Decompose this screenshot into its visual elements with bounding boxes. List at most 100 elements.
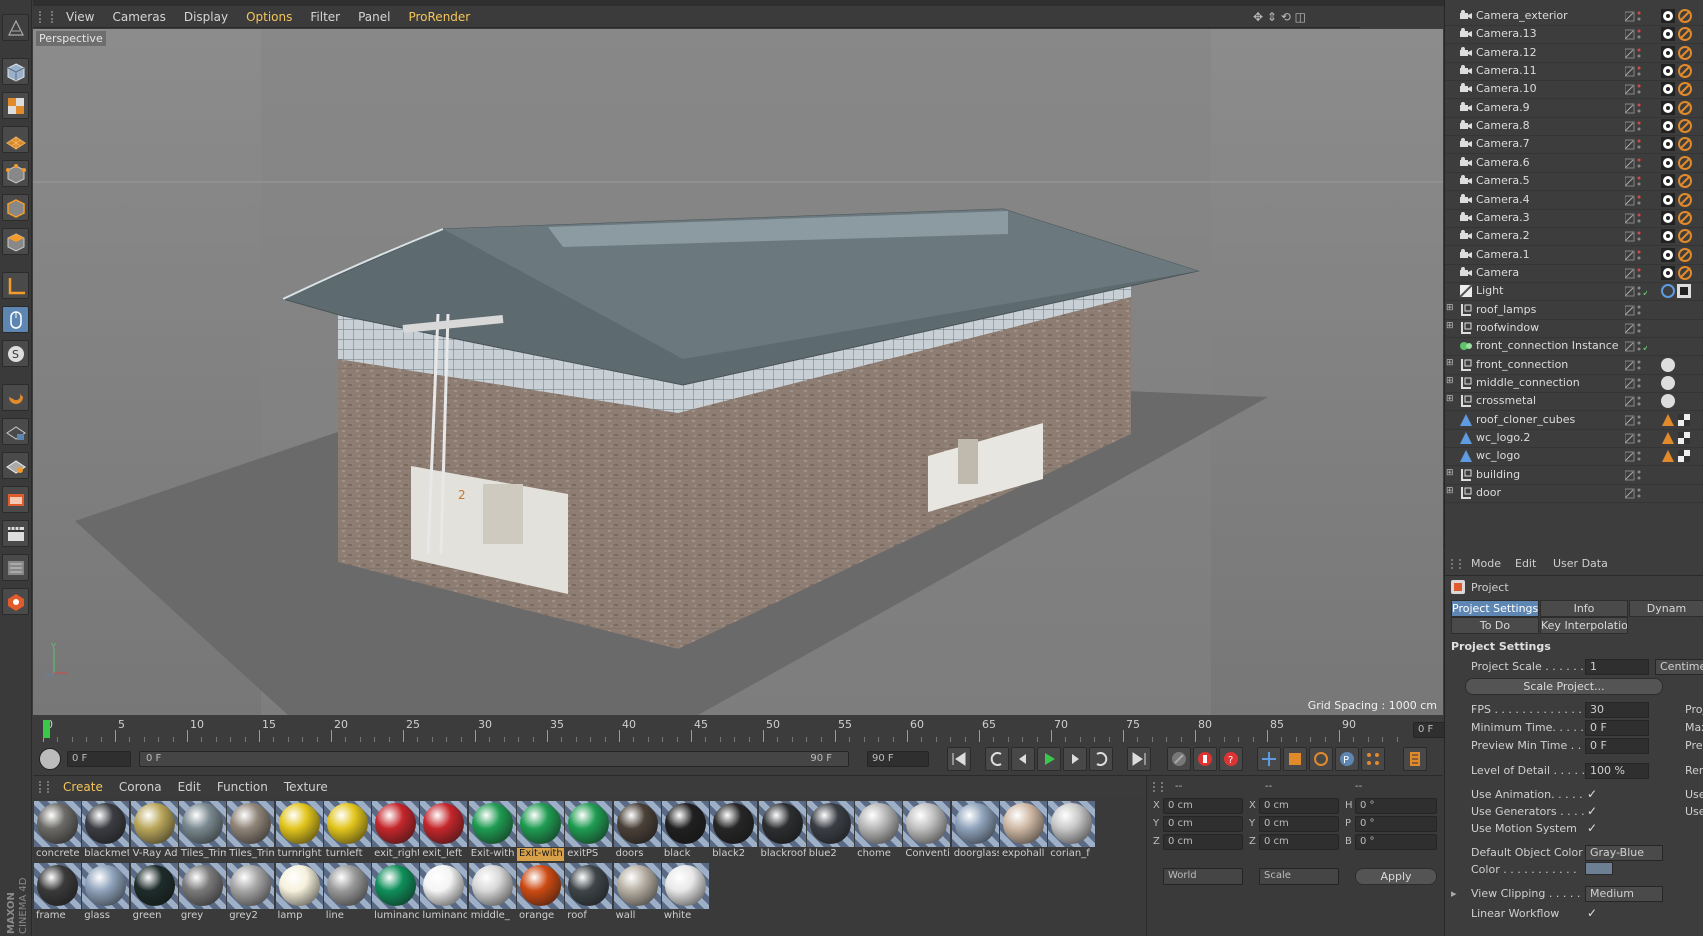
material-swatch[interactable]: roof [565,863,613,925]
visibility-flags-icon[interactable] [1624,83,1647,95]
visibility-flags-icon[interactable] [1624,10,1647,22]
visibility-flags-icon[interactable] [1624,28,1647,40]
object-tags-icon[interactable] [1661,393,1703,409]
object-row[interactable]: wc_logo [1445,446,1703,467]
menu-edit[interactable]: Edit [170,780,209,794]
planar-workplane-icon[interactable] [2,452,29,479]
visibility-flags-icon[interactable] [1624,120,1647,132]
project-scale-unit[interactable]: Centime [1655,659,1703,675]
tab-to-do[interactable]: To Do [1451,617,1539,634]
parameter-key-icon[interactable]: P [1335,747,1359,771]
min-time-field[interactable]: 0 F [1585,720,1649,736]
material-swatch[interactable]: doorglass [951,801,999,863]
keyframe-selection-icon[interactable]: ? [1219,747,1243,771]
visibility-flags-icon[interactable]: ✓ [1624,340,1650,354]
visibility-flags-icon[interactable] [1624,47,1647,59]
menu-panel[interactable]: Panel [349,10,399,24]
material-swatch[interactable]: black [661,801,709,863]
next-key-icon[interactable] [1089,747,1113,771]
snapping-icon[interactable]: S [2,340,29,367]
timeline-ruler[interactable]: 051015202530354045505560657075808590 0 F [33,716,1475,744]
object-tags-icon[interactable] [1661,320,1703,336]
go-to-end-icon[interactable] [1127,747,1151,771]
go-to-start-icon[interactable] [947,747,971,771]
object-row[interactable]: wc_logo.2 [1445,428,1703,449]
object-row[interactable]: Camera.12 [1445,43,1703,63]
material-swatch[interactable]: grey2 [227,863,275,925]
object-tags-icon[interactable] [1661,192,1703,208]
object-tags-icon[interactable] [1661,26,1703,42]
polygons-mode-icon[interactable] [2,228,29,255]
preview-min-field[interactable]: 0 F [1585,738,1649,754]
visibility-flags-icon[interactable]: ✓ [1624,285,1650,299]
object-row[interactable]: ⊞ door [1445,483,1703,504]
object-tags-icon[interactable] [1661,302,1703,318]
object-row[interactable]: Camera_exterior [1445,6,1703,26]
visibility-flags-icon[interactable] [1624,432,1647,444]
visibility-flags-icon[interactable] [1624,65,1647,77]
menu-function[interactable]: Function [209,780,276,794]
use-animation-checkbox[interactable]: ✓ [1587,788,1599,800]
expand-icon[interactable]: ⊞ [1446,395,1455,404]
menu-edit[interactable]: Edit [1515,557,1536,570]
object-row[interactable]: ⊞ middle_connection [1445,373,1703,393]
axis-mode-icon[interactable] [2,272,29,299]
previous-key-icon[interactable] [985,747,1009,771]
fps-field[interactable]: 30 [1585,702,1649,718]
material-swatch[interactable]: chome [855,801,903,863]
coord-rotation-field[interactable]: 0 ° [1355,798,1437,814]
workplane-icon[interactable] [2,126,29,153]
menu-texture[interactable]: Texture [276,780,336,794]
timeline-window-icon[interactable] [1403,747,1427,771]
start-frame-field[interactable]: 0 F [67,751,131,767]
object-tags-icon[interactable] [1661,357,1703,373]
next-frame-icon[interactable] [1063,747,1087,771]
material-swatch[interactable]: blackmetal [82,801,130,863]
visibility-flags-icon[interactable] [1624,175,1647,187]
visibility-flags-icon[interactable] [1624,304,1647,316]
object-tags-icon[interactable] [1661,63,1703,79]
object-row[interactable]: Camera.11 [1445,61,1703,82]
lod-field[interactable]: 100 % [1585,763,1649,779]
material-swatch[interactable]: luminance [372,863,420,925]
object-tags-icon[interactable] [1661,283,1703,299]
record-keys-icon[interactable] [39,748,61,770]
default-color-dropdown[interactable]: Gray-Blue [1585,845,1663,861]
visibility-flags-icon[interactable] [1624,212,1647,224]
object-tags-icon[interactable] [1661,8,1703,24]
object-row[interactable]: Camera [1445,263,1703,283]
material-swatch[interactable]: Convention [903,801,951,863]
object-row[interactable]: Camera.2 [1445,226,1703,247]
object-tags-icon[interactable] [1661,338,1703,354]
expand-icon[interactable]: ⊞ [1446,303,1455,313]
object-row[interactable]: Camera.13 [1445,24,1703,45]
material-swatch[interactable]: Tiles_Trim [178,801,226,863]
render-view-icon[interactable] [2,486,29,513]
object-tags-icon[interactable] [1661,412,1703,428]
object-row[interactable]: Camera.9 [1445,98,1703,118]
object-row[interactable]: ⊞ roof_lamps [1445,300,1703,320]
object-row[interactable]: Camera.8 [1445,116,1703,137]
apply-button[interactable]: Apply [1355,868,1437,885]
use-motion-checkbox[interactable]: ✓ [1587,822,1599,834]
coord-rotation-field[interactable]: 0 ° [1355,834,1437,850]
material-swatch[interactable]: grey [178,863,226,925]
texture-mode-icon[interactable] [2,92,29,119]
cube-primitive-icon[interactable] [2,58,29,85]
expand-icon[interactable]: ⊞ [1446,358,1455,368]
coord-size-field[interactable]: 0 cm [1259,834,1339,850]
object-tags-icon[interactable] [1661,173,1703,189]
object-tags-icon[interactable] [1661,467,1703,483]
coord-position-field[interactable]: 0 cm [1163,816,1243,832]
object-row[interactable]: Camera.4 [1445,190,1703,210]
material-swatch[interactable]: concrete [34,801,81,863]
object-tags-icon[interactable] [1661,118,1703,134]
material-swatch[interactable]: exitPS [565,801,613,863]
coord-position-field[interactable]: 0 cm [1163,834,1243,850]
coord-mode-world[interactable]: World [1163,868,1243,885]
menu-user-data[interactable]: User Data [1553,557,1608,570]
visibility-flags-icon[interactable] [1624,102,1647,114]
rotation-key-icon[interactable] [1309,747,1333,771]
visibility-flags-icon[interactable] [1624,322,1647,334]
render-settings-icon[interactable] [2,554,29,581]
